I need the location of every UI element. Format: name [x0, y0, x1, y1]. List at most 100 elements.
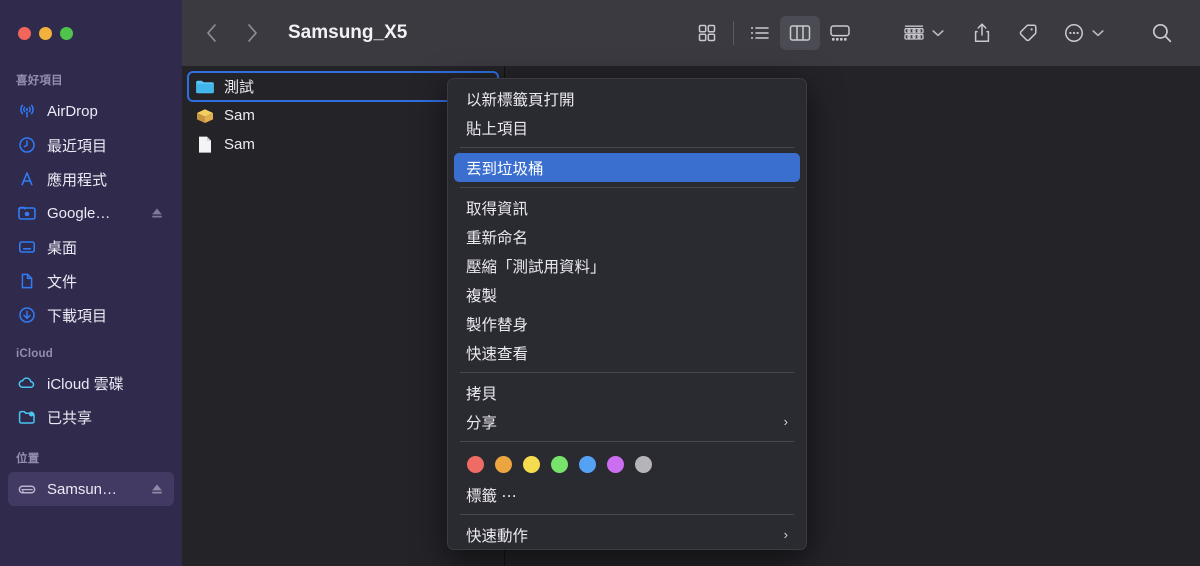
clock-icon: [16, 135, 38, 155]
sidebar-item-desktop[interactable]: 桌面: [8, 230, 174, 264]
menu-item-label: 壓縮「測試用資料」: [466, 258, 606, 276]
menu-item-label: 貼上項目: [466, 120, 529, 138]
tag-yellow[interactable]: [523, 456, 540, 473]
sidebar-item-label: 最近項目: [47, 137, 108, 155]
sidebar-item-label: 下載項目: [47, 307, 108, 325]
sidebar-item-label: Samsun…: [47, 480, 118, 498]
cloud-icon: [16, 373, 38, 393]
sidebar: 喜好項目 AirDrop 最近項目 應用程式 Google… 桌面 文件 下載項…: [0, 0, 182, 566]
chevron-down-icon[interactable]: [932, 24, 944, 42]
eject-icon[interactable]: [150, 206, 164, 220]
menu-item-rename[interactable]: 重新命名: [454, 222, 800, 251]
share-button[interactable]: [962, 16, 1002, 50]
menu-item-label: 快速動作: [466, 527, 529, 545]
menu-item-label: 取得資訊: [466, 200, 529, 218]
airdrop-icon: [16, 101, 38, 121]
menu-item-copy[interactable]: 拷貝: [454, 378, 800, 407]
sidebar-item-recents[interactable]: 最近項目: [8, 128, 174, 162]
sidebar-item-google-drive[interactable]: Google…: [8, 196, 174, 230]
tag-blue[interactable]: [579, 456, 596, 473]
external-drive-icon: [16, 479, 38, 499]
sidebar-section-icloud-title: iCloud: [16, 348, 53, 360]
sidebar-item-label: 桌面: [47, 239, 78, 257]
sidebar-section-favourites-title: 喜好項目: [16, 75, 63, 87]
view-switcher: [687, 16, 860, 50]
sidebar-item-icloud-drive[interactable]: iCloud 雲碟: [8, 366, 174, 400]
tag-orange[interactable]: [495, 456, 512, 473]
menu-item-make-alias[interactable]: 製作替身: [454, 309, 800, 338]
toolbar-divider: [733, 21, 734, 45]
chevron-down-icon[interactable]: [1092, 24, 1104, 42]
menu-separator: [460, 514, 794, 515]
sidebar-item-label: 已共享: [47, 409, 93, 427]
sidebar-item-label: 文件: [47, 273, 78, 291]
tag-color-row: [448, 447, 806, 480]
back-button[interactable]: [192, 13, 232, 53]
menu-separator: [460, 147, 794, 148]
sidebar-item-samsung-x5[interactable]: Samsun…: [8, 472, 174, 506]
menu-item-label: 丟到垃圾桶: [466, 160, 544, 178]
menu-item-share[interactable]: 分享 ›: [454, 407, 800, 436]
menu-item-move-to-trash[interactable]: 丟到垃圾桶: [454, 153, 800, 182]
file-name: Sam: [224, 107, 255, 124]
menu-item-open-in-new-tab[interactable]: 以新標籤頁打開: [454, 84, 800, 113]
column-view-button[interactable]: [780, 16, 820, 50]
menu-item-compress[interactable]: 壓縮「測試用資料」: [454, 251, 800, 280]
group-by-control[interactable]: [894, 16, 948, 50]
menu-separator: [460, 187, 794, 188]
sidebar-item-documents[interactable]: 文件: [8, 264, 174, 298]
gallery-view-button[interactable]: [820, 16, 860, 50]
tag-purple[interactable]: [607, 456, 624, 473]
sidebar-item-label: iCloud 雲碟: [47, 375, 124, 393]
main-area: Samsung_X5 測試 Sam Sam 以新標籤頁打開 貼上項目 丟到垃圾桶…: [182, 0, 1200, 566]
menu-item-quick-look[interactable]: 快速查看: [454, 338, 800, 367]
more-actions-control[interactable]: [1054, 16, 1108, 50]
menu-item-paste-item[interactable]: 貼上項目: [454, 113, 800, 142]
sidebar-item-applications[interactable]: 應用程式: [8, 162, 174, 196]
list-view-button[interactable]: [740, 16, 780, 50]
minimize-button[interactable]: [39, 26, 52, 40]
close-button[interactable]: [18, 26, 31, 40]
finder-window: 喜好項目 AirDrop 最近項目 應用程式 Google… 桌面 文件 下載項…: [0, 0, 1200, 566]
tag-green[interactable]: [551, 456, 568, 473]
more-ellipsis-button[interactable]: [1054, 16, 1094, 50]
sidebar-item-label: 應用程式: [47, 171, 108, 189]
applications-icon: [16, 169, 38, 189]
file-name: Sam: [224, 136, 255, 153]
file-name: 測試: [224, 79, 255, 96]
search-button[interactable]: [1142, 16, 1182, 50]
tag-gray[interactable]: [635, 456, 652, 473]
context-menu: 以新標籤頁打開 貼上項目 丟到垃圾桶 取得資訊 重新命名 壓縮「測試用資料」 複…: [447, 78, 807, 550]
sidebar-item-airdrop[interactable]: AirDrop: [8, 94, 174, 128]
sidebar-item-downloads[interactable]: 下載項目: [8, 298, 174, 332]
menu-separator: [460, 441, 794, 442]
sidebar-section-locations-title: 位置: [16, 453, 40, 465]
desktop-icon: [16, 237, 38, 257]
menu-item-label: 製作替身: [466, 316, 529, 334]
maximize-button[interactable]: [60, 26, 73, 40]
menu-item-duplicate[interactable]: 複製: [454, 280, 800, 309]
menu-item-quick-actions[interactable]: 快速動作 ›: [454, 520, 800, 549]
group-by-button[interactable]: [894, 16, 934, 50]
folder-icon: [194, 77, 216, 97]
menu-item-label: 複製: [466, 287, 498, 305]
menu-item-label: 分享: [466, 414, 498, 432]
menu-item-get-info[interactable]: 取得資訊: [454, 193, 800, 222]
menu-item-label: 快速查看: [466, 345, 529, 363]
sidebar-item-shared[interactable]: 已共享: [8, 400, 174, 434]
download-icon: [16, 305, 38, 325]
tag-button[interactable]: [1008, 16, 1048, 50]
forward-button[interactable]: [232, 13, 272, 53]
sidebar-item-label: AirDrop: [47, 102, 98, 120]
sidebar-item-label: Google…: [47, 204, 111, 222]
menu-item-label: 拷貝: [466, 385, 498, 403]
document-icon: [16, 271, 38, 291]
chevron-right-icon: ›: [783, 527, 788, 542]
menu-item-tags[interactable]: 標籤 ⋯: [454, 480, 800, 509]
menu-item-label: 標籤 ⋯: [466, 487, 517, 505]
icon-view-button[interactable]: [687, 16, 727, 50]
tag-red[interactable]: [467, 456, 484, 473]
window-controls: [0, 0, 182, 66]
eject-icon[interactable]: [150, 482, 164, 496]
document-file-icon: [194, 135, 216, 155]
